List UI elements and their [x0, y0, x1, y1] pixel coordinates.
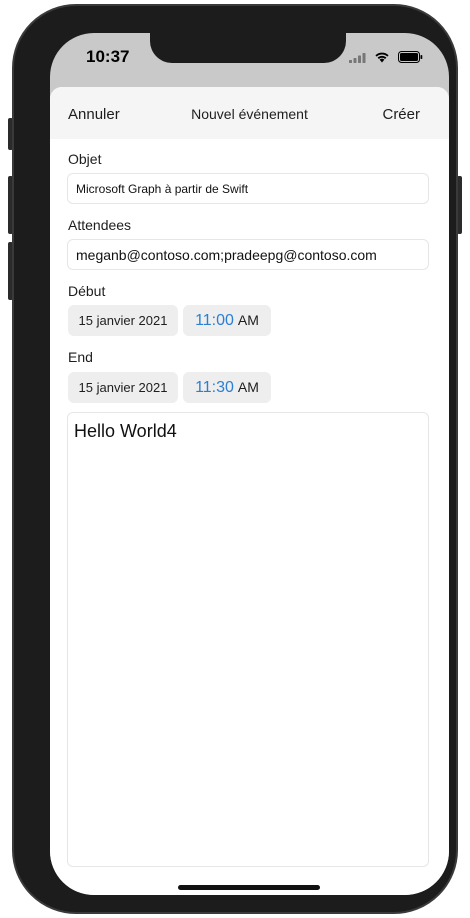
- create-button[interactable]: Créer: [382, 106, 420, 123]
- navigation-bar: Annuler Nouvel événement Créer: [50, 87, 449, 139]
- start-time-ampm: AM: [237, 312, 259, 328]
- attendees-input[interactable]: [67, 239, 429, 270]
- status-time: 10:37: [86, 47, 130, 66]
- subject-label: Objet: [68, 151, 102, 167]
- event-body-textarea[interactable]: Hello World4: [67, 412, 429, 867]
- new-event-sheet: Annuler Nouvel événement Créer Objet Att…: [50, 87, 449, 895]
- battery-icon: [398, 50, 423, 68]
- wifi-icon: [374, 50, 390, 68]
- start-date-picker[interactable]: 15 janvier 2021: [68, 305, 178, 336]
- end-time-picker[interactable]: 11:30 AM: [183, 372, 271, 403]
- start-label: Début: [68, 283, 106, 299]
- start-time-picker[interactable]: 11:00 AM: [183, 305, 271, 336]
- signal-icon: [349, 50, 366, 68]
- phone-frame: 10:37 Annuler Nouvel événement Créer Obj…: [12, 4, 458, 914]
- end-time-ampm: AM: [237, 379, 259, 395]
- end-time-value: 11:30: [195, 379, 234, 396]
- home-indicator: [178, 885, 320, 890]
- end-date-picker[interactable]: 15 janvier 2021: [68, 372, 178, 403]
- attendees-label: Attendees: [68, 217, 132, 233]
- status-icons: [349, 50, 423, 68]
- phone-screen: 10:37 Annuler Nouvel événement Créer Obj…: [50, 33, 449, 895]
- start-time-value: 11:00: [195, 312, 234, 329]
- subject-input[interactable]: [67, 173, 429, 204]
- notch: [150, 33, 346, 63]
- end-label: End: [68, 349, 93, 365]
